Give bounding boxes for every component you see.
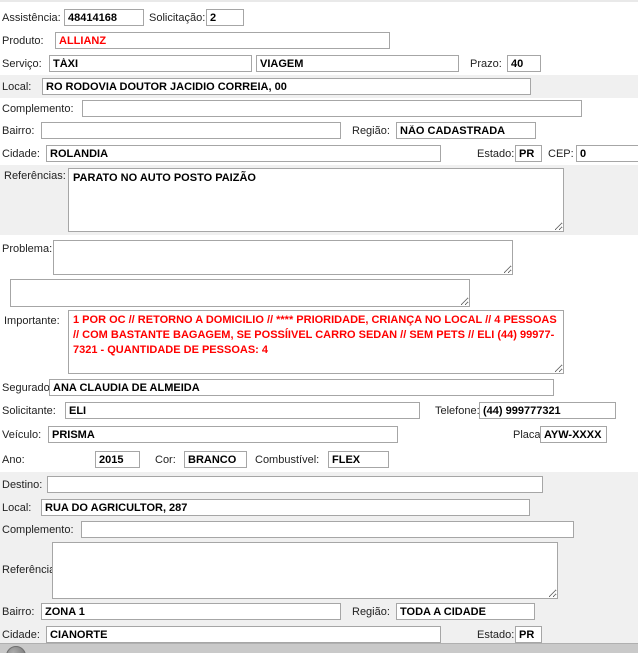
- regiao-label: Região:: [352, 125, 390, 137]
- estado-label: Estado:: [477, 148, 515, 160]
- local-input[interactable]: [42, 78, 531, 95]
- produto-input[interactable]: [55, 32, 390, 49]
- veiculo-label: Veículo:: [2, 429, 42, 441]
- problema-label: Problema:: [2, 243, 53, 255]
- combustivel-label: Combustível:: [255, 454, 320, 466]
- observacao-textarea[interactable]: [10, 279, 470, 307]
- placa-label: Placa:: [513, 429, 544, 441]
- combustivel-input[interactable]: [328, 451, 389, 468]
- cidade-label: Cidade:: [2, 148, 40, 160]
- cor-input[interactable]: [184, 451, 247, 468]
- estado-input[interactable]: [515, 145, 542, 162]
- servico-label: Serviço:: [2, 58, 42, 70]
- solicitacao-input[interactable]: [206, 9, 244, 26]
- bairro-input[interactable]: [41, 122, 341, 139]
- cidade-destino-input[interactable]: [46, 626, 441, 643]
- destino-input[interactable]: [47, 476, 543, 493]
- solicitante-label: Solicitante:: [2, 405, 56, 417]
- regiao-destino-label: Região:: [352, 606, 390, 618]
- bairro-label: Bairro:: [2, 125, 35, 137]
- produto-label: Produto:: [2, 35, 44, 47]
- complemento-destino-input[interactable]: [81, 521, 574, 538]
- cidade-input[interactable]: [46, 145, 441, 162]
- cor-label: Cor:: [155, 454, 176, 466]
- assistencia-label: Assistência:: [2, 12, 61, 24]
- cep-label: CEP:: [548, 148, 574, 160]
- telefone-label: Telefone:: [435, 405, 480, 417]
- complemento-label: Complemento:: [2, 103, 74, 115]
- cidade-destino-label: Cidade:: [2, 629, 40, 641]
- ano-label: Ano:: [2, 454, 25, 466]
- destino-label: Destino:: [2, 479, 43, 491]
- importante-label: Importante:: [4, 315, 60, 327]
- servico-tipo-input[interactable]: [256, 55, 459, 72]
- referencias-label: Referências:: [4, 170, 66, 182]
- local-destino-input[interactable]: [41, 499, 530, 516]
- cep-input[interactable]: [576, 145, 638, 162]
- regiao-input[interactable]: [396, 122, 536, 139]
- solicitacao-label: Solicitação:: [149, 12, 206, 24]
- problema-textarea[interactable]: [53, 240, 513, 275]
- local-destino-label: Local:: [2, 502, 32, 514]
- solicitante-input[interactable]: [65, 402, 420, 419]
- segurado-label: Segurado:: [2, 382, 53, 394]
- referencias-textarea[interactable]: PARATO NO AUTO POSTO PAIZÃO: [68, 168, 564, 232]
- complemento-destino-label: Complemento:: [2, 524, 74, 536]
- bairro-destino-input[interactable]: [41, 603, 341, 620]
- prazo-input[interactable]: [507, 55, 541, 72]
- servico-input[interactable]: [49, 55, 252, 72]
- importante-textarea[interactable]: 1 POR OC // RETORNO A DOMICILIO // **** …: [68, 310, 564, 374]
- estado-destino-input[interactable]: [515, 626, 542, 643]
- estado-destino-label: Estado:: [477, 629, 515, 641]
- veiculo-input[interactable]: [48, 426, 398, 443]
- regiao-destino-input[interactable]: [396, 603, 535, 620]
- bottom-toolbar: [0, 643, 638, 653]
- assistencia-input[interactable]: [64, 9, 144, 26]
- prazo-label: Prazo:: [470, 58, 502, 70]
- referencia-destino-textarea[interactable]: [52, 542, 558, 599]
- ano-input[interactable]: [95, 451, 140, 468]
- bairro-destino-label: Bairro:: [2, 606, 35, 618]
- complemento-input[interactable]: [82, 100, 582, 117]
- referencia-destino-label: Referência:: [2, 564, 59, 576]
- placa-input[interactable]: [540, 426, 607, 443]
- local-label: Local:: [2, 81, 32, 93]
- telefone-input[interactable]: [479, 402, 616, 419]
- assistance-form: Assistência: Solicitação: Produto: Servi…: [0, 0, 638, 653]
- segurado-input[interactable]: [49, 379, 554, 396]
